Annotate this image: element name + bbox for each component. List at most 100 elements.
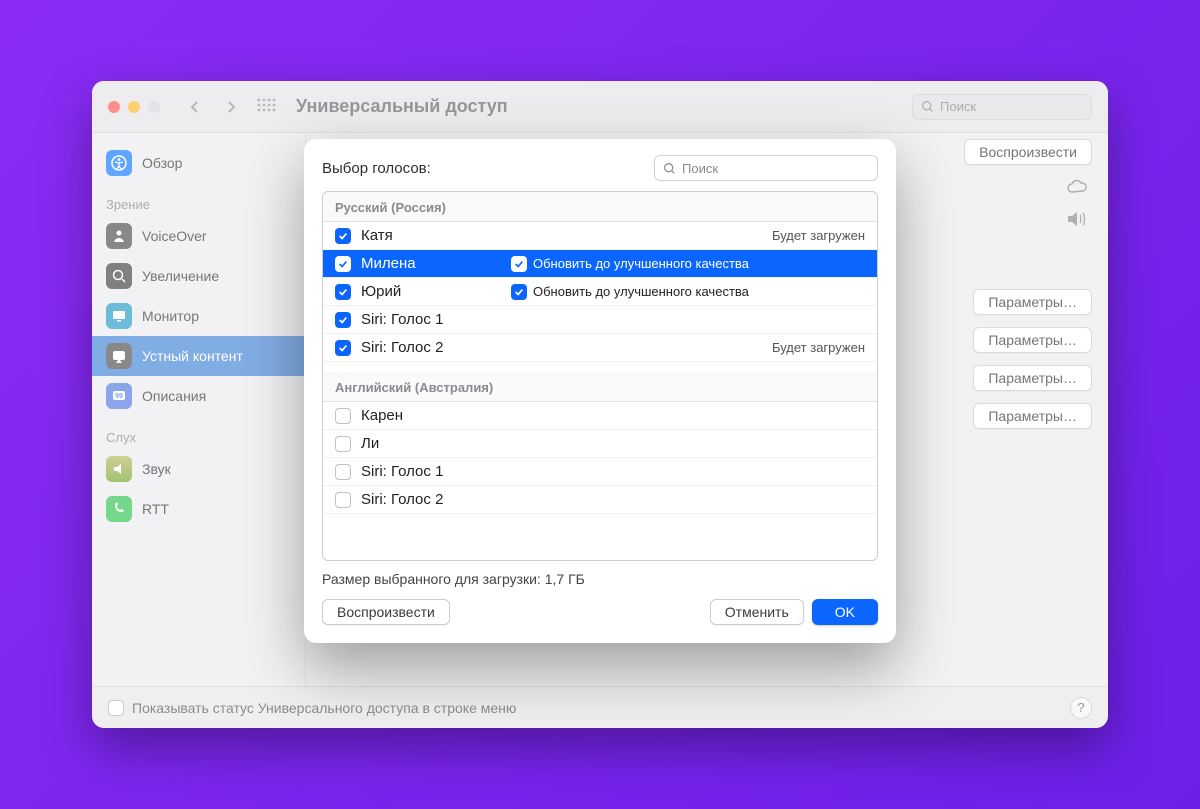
descriptions-icon: 99 [106, 383, 132, 409]
search-icon [663, 162, 676, 175]
voice-checkbox[interactable] [335, 436, 351, 452]
forward-button[interactable] [220, 96, 242, 118]
sidebar-item-monitor[interactable]: Монитор [92, 296, 305, 336]
upgrade-option[interactable]: Обновить до улучшенного качества [511, 284, 749, 300]
voice-checkbox[interactable] [335, 312, 351, 328]
voiceover-icon [106, 223, 132, 249]
voice-row[interactable]: Карен [323, 402, 877, 430]
help-button[interactable]: ? [1070, 697, 1092, 719]
voice-name: Милена [361, 255, 501, 272]
voice-status: Будет загружен [772, 228, 865, 243]
modal-header: Выбор голосов: Поиск [322, 155, 878, 181]
close-button[interactable] [108, 101, 120, 113]
sidebar: Обзор Зрение VoiceOver Увеличение Монито… [92, 133, 306, 686]
modal-title: Выбор голосов: [322, 160, 431, 177]
voice-checkbox[interactable] [335, 256, 351, 272]
upgrade-label: Обновить до улучшенного качества [533, 256, 749, 271]
titlebar: Универсальный доступ Поиск [92, 81, 1108, 133]
window-title: Универсальный доступ [296, 96, 508, 117]
voice-row[interactable]: Siri: Голос 1 [323, 306, 877, 334]
voice-checkbox[interactable] [335, 464, 351, 480]
voice-checkbox[interactable] [335, 284, 351, 300]
zoom-icon [106, 263, 132, 289]
voice-checkbox[interactable] [511, 284, 527, 300]
modal-ok-button[interactable]: OK [812, 599, 878, 625]
voice-row[interactable]: Siri: Голос 2 [323, 486, 877, 514]
voice-row[interactable]: Катя Будет загружен [323, 222, 877, 250]
sidebar-item-rtt[interactable]: RTT [92, 489, 305, 529]
maximize-button[interactable] [148, 101, 160, 113]
sidebar-item-overview[interactable]: Обзор [92, 143, 305, 183]
voice-selection-modal: Выбор голосов: Поиск Русский (Россия) Ка… [304, 139, 896, 643]
system-preferences-window: Универсальный доступ Поиск Обзор Зрение … [92, 81, 1108, 728]
sidebar-label: Увеличение [142, 268, 219, 284]
download-size-label: Размер выбранного для загрузки: 1,7 ГБ [322, 571, 878, 587]
search-placeholder: Поиск [940, 99, 976, 114]
voice-status: Будет загружен [772, 340, 865, 355]
sidebar-label: VoiceOver [142, 228, 207, 244]
show-status-label: Показывать статус Универсального доступа… [132, 700, 516, 716]
sidebar-item-sound[interactable]: Звук [92, 449, 305, 489]
voice-row[interactable]: Siri: Голос 1 [323, 458, 877, 486]
voice-name: Siri: Голос 2 [361, 491, 501, 508]
accessibility-icon [106, 150, 132, 176]
minimize-button[interactable] [128, 101, 140, 113]
sidebar-label: Звук [142, 461, 171, 477]
voice-name: Siri: Голос 1 [361, 463, 501, 480]
sidebar-item-zoom[interactable]: Увеличение [92, 256, 305, 296]
voice-checkbox[interactable] [335, 492, 351, 508]
sidebar-item-voiceover[interactable]: VoiceOver [92, 216, 305, 256]
voice-name: Ли [361, 435, 501, 452]
show-all-icon[interactable] [256, 97, 276, 117]
params-button-4[interactable]: Параметры… [973, 403, 1092, 429]
svg-text:99: 99 [115, 393, 123, 400]
voice-row[interactable]: Siri: Голос 2 Будет загружен [323, 334, 877, 362]
cloud-icon [1066, 177, 1092, 197]
rtt-icon [106, 496, 132, 522]
voice-checkbox[interactable] [335, 408, 351, 424]
back-button[interactable] [184, 96, 206, 118]
sidebar-item-descriptions[interactable]: 99 Описания [92, 376, 305, 416]
params-button-1[interactable]: Параметры… [973, 289, 1092, 315]
upgrade-label: Обновить до улучшенного качества [533, 284, 749, 299]
sidebar-label: Описания [142, 388, 206, 404]
traffic-lights [108, 101, 160, 113]
search-field[interactable]: Поиск [912, 94, 1092, 120]
voice-name: Siri: Голос 2 [361, 339, 501, 356]
sound-icon [106, 456, 132, 482]
modal-search-field[interactable]: Поиск [654, 155, 878, 181]
voice-name: Siri: Голос 1 [361, 311, 501, 328]
modal-footer: Воспроизвести Отменить OK [322, 599, 878, 625]
show-status-checkbox[interactable] [108, 700, 124, 716]
modal-play-button[interactable]: Воспроизвести [322, 599, 450, 625]
sidebar-section-vision: Зрение [92, 183, 305, 216]
voice-checkbox[interactable] [335, 228, 351, 244]
sidebar-label: Монитор [142, 308, 199, 324]
search-icon [921, 100, 934, 113]
sidebar-section-hearing: Слух [92, 416, 305, 449]
upgrade-option[interactable]: Обновить до улучшенного качества [511, 256, 749, 272]
params-button-2[interactable]: Параметры… [973, 327, 1092, 353]
sidebar-label: RTT [142, 501, 169, 517]
main-actions: Воспроизвести Параметры… Параметры… Пара… [964, 139, 1092, 429]
play-button[interactable]: Воспроизвести [964, 139, 1092, 165]
speaker-icon [1066, 209, 1092, 229]
sidebar-label: Обзор [142, 155, 182, 171]
modal-cancel-button[interactable]: Отменить [710, 599, 804, 625]
voice-row[interactable]: Милена Обновить до улучшенного качества [323, 250, 877, 278]
params-button-3[interactable]: Параметры… [973, 365, 1092, 391]
voice-name: Карен [361, 407, 501, 424]
voice-checkbox[interactable] [335, 340, 351, 356]
voice-checkbox[interactable] [511, 256, 527, 272]
voice-list[interactable]: Русский (Россия) Катя Будет загружен Мил… [322, 191, 878, 561]
voice-name: Юрий [361, 283, 501, 300]
bottom-bar: Показывать статус Универсального доступа… [92, 686, 1108, 728]
voice-name: Катя [361, 227, 501, 244]
voice-row[interactable]: Ли [323, 430, 877, 458]
voice-row[interactable]: Юрий Обновить до улучшенного качества [323, 278, 877, 306]
modal-search-placeholder: Поиск [682, 161, 718, 176]
sidebar-item-speech[interactable]: Устный контент [92, 336, 305, 376]
speech-icon [106, 343, 132, 369]
monitor-icon [106, 303, 132, 329]
group-russian: Русский (Россия) [323, 192, 877, 222]
